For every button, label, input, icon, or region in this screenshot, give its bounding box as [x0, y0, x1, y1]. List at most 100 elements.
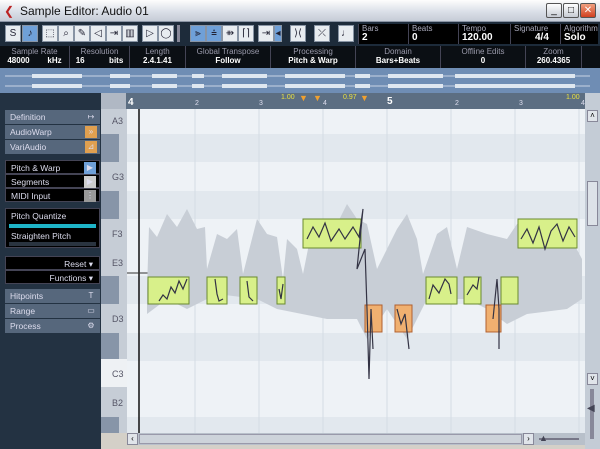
label: Sample Rate — [0, 47, 69, 56]
label: Length — [130, 47, 185, 56]
info-domain[interactable]: DomainBars+Beats — [356, 46, 441, 68]
maximize-button[interactable]: □ — [563, 3, 579, 18]
label: Offline Edits — [441, 47, 525, 56]
key-label: C3 — [112, 369, 124, 379]
value: Follow — [186, 56, 270, 65]
info-offline-edits[interactable]: Offline Edits0 — [441, 46, 526, 68]
scroll-up-button[interactable]: ˄ — [587, 110, 598, 122]
bars-field[interactable]: Bars2 — [358, 24, 408, 44]
snap-button[interactable]: ⫸ — [190, 25, 206, 42]
value: Pitch & Warp — [271, 56, 355, 65]
hitpoints-icon: T — [85, 290, 97, 302]
straighten-pitch-slider[interactable] — [9, 242, 96, 246]
beats-field[interactable]: Beats0 — [408, 24, 458, 44]
horizontal-scrollbar[interactable]: ‹ › ▲ — [127, 433, 585, 445]
auto-scroll-menu[interactable]: ◂ — [274, 25, 282, 42]
info-zoom[interactable]: Zoom260.4365 — [526, 46, 582, 68]
info-resolution[interactable]: Resolution16 bits — [70, 46, 130, 68]
pitch-warp-mode[interactable]: Pitch & Warp▶ — [5, 160, 100, 174]
scroll-right-button[interactable]: › — [523, 433, 534, 445]
algorithm-field[interactable]: AlgorithmSolo — [560, 24, 598, 44]
overview-waveform[interactable] — [0, 68, 600, 93]
info-global-transpose[interactable]: Global TransposeFollow — [186, 46, 271, 68]
label: Zoom — [526, 47, 581, 56]
range-select-tool[interactable]: ⬚ — [42, 25, 58, 42]
info-length[interactable]: Length2.4.1.41 — [130, 46, 186, 68]
close-button[interactable]: ✕ — [580, 3, 596, 18]
beat-label: 2 — [195, 100, 199, 107]
solo-button[interactable]: S — [5, 25, 21, 42]
range-tab[interactable]: Range▭ — [5, 304, 100, 318]
warp-marker[interactable]: ▼ — [360, 93, 369, 103]
midi-input-mode[interactable]: MIDI Input⋮ — [5, 188, 100, 202]
hitpoints-button[interactable]: ⩮ — [206, 25, 222, 42]
definition-tab[interactable]: Definition↦ — [5, 110, 100, 124]
markers-button[interactable]: ⌈⌉ — [238, 25, 254, 42]
tempo-field[interactable]: Tempo120.00 — [458, 24, 510, 44]
warp-tempo-label: 1.00 — [566, 94, 580, 101]
vertical-scroll-thumb[interactable] — [587, 181, 598, 226]
key-label: D3 — [112, 314, 124, 324]
range-icon: ▭ — [85, 305, 97, 317]
warp-marker[interactable]: ▼ — [313, 93, 322, 103]
title-bar: ❮ Sample Editor: Audio 01 _ □ ✕ — [0, 0, 600, 22]
beat-label: 4 — [323, 100, 327, 107]
audiowarp-tab[interactable]: AudioWarp » — [5, 125, 100, 139]
zoom-tool[interactable]: ⌕ — [58, 25, 74, 42]
label: Segments — [11, 177, 49, 187]
variaudio-icon: ⊿ — [85, 141, 97, 153]
horizontal-scroll-thumb[interactable] — [139, 434, 522, 444]
warp-marker[interactable]: ▼ — [299, 93, 308, 103]
note-segment — [303, 219, 361, 248]
segments-mode[interactable]: Segments▶ — [5, 174, 100, 188]
note-segment — [518, 219, 577, 248]
functions-menu[interactable]: Functions ▾ — [5, 270, 100, 284]
info-sample-rate[interactable]: Sample Rate48000 kHz — [0, 46, 70, 68]
inspector: Definition↦ AudioWarp » VariAudio ⊿ Pitch … — [0, 93, 101, 449]
note-button[interactable]: ♩ — [338, 25, 354, 42]
show-region-button[interactable]: ⇻ — [222, 25, 238, 42]
minimize-button[interactable]: _ — [546, 3, 562, 18]
label: Processing — [271, 47, 355, 56]
warp-tool[interactable]: ⇥ — [106, 25, 122, 42]
definition-icon: ↦ — [85, 111, 97, 123]
zero-crossing-button[interactable]: ⟩⟨ — [290, 25, 306, 42]
beat-label: 2 — [455, 100, 459, 107]
audition-button[interactable]: ♪ — [22, 25, 38, 42]
scroll-left-button[interactable]: ‹ — [127, 433, 138, 445]
volume-slider[interactable] — [177, 25, 180, 42]
play-tool[interactable]: ◁ — [90, 25, 106, 42]
key-label: E3 — [112, 258, 123, 268]
label: VariAudio — [10, 142, 46, 152]
vertical-zoom-handle[interactable]: ◀ — [587, 403, 595, 414]
pitch-controls: Pitch Quantize Straighten Pitch — [5, 208, 100, 248]
bar-label: 4 — [128, 97, 134, 108]
play-button[interactable]: ▷ — [142, 25, 158, 42]
hitpoints-tab[interactable]: HitpointsT — [5, 289, 100, 303]
value: 260.4365 — [526, 56, 581, 65]
audiowarp-icon: » — [85, 126, 97, 138]
label: AudioWarp — [10, 127, 52, 137]
grid-tool[interactable]: ▥ — [122, 25, 138, 42]
pitch-quantize-slider[interactable] — [9, 224, 96, 228]
info-processing[interactable]: ProcessingPitch & Warp — [271, 46, 356, 68]
piano-keyboard[interactable]: A3 G3 F3 E3 D3 C3 B2 — [101, 109, 127, 433]
vertical-zoom-slider[interactable] — [590, 389, 594, 439]
signature-field[interactable]: Signature4/4 — [510, 24, 560, 44]
scroll-down-button[interactable]: ˅ — [587, 373, 598, 385]
label: MIDI Input — [11, 191, 50, 201]
loop-button[interactable]: ◯ — [158, 25, 174, 42]
variaudio-tab[interactable]: VariAudio ⊿ — [5, 140, 100, 154]
horizontal-zoom-handle[interactable]: ▲ — [539, 433, 548, 443]
pitch-warp-icon: ▶ — [84, 162, 96, 174]
process-tab[interactable]: Process⚙ — [5, 319, 100, 333]
musical-mode-button[interactable]: ⤫ — [314, 25, 330, 42]
pencil-tool[interactable]: ✎ — [74, 25, 90, 42]
signature-value: 4/4 — [535, 32, 549, 43]
auto-scroll-button[interactable]: ⇥ — [258, 25, 274, 42]
vertical-scrollbar[interactable]: ˄ ˅ ◀ — [585, 93, 600, 449]
note-segment — [148, 277, 189, 304]
ruler[interactable]: 4 2 3 4 5 2 3 4 1.00 0.97 1.00 ▼ ▼ ▼ — [101, 93, 585, 109]
reset-menu[interactable]: Reset ▾ — [5, 256, 100, 270]
pitch-editor-grid[interactable] — [127, 109, 585, 433]
